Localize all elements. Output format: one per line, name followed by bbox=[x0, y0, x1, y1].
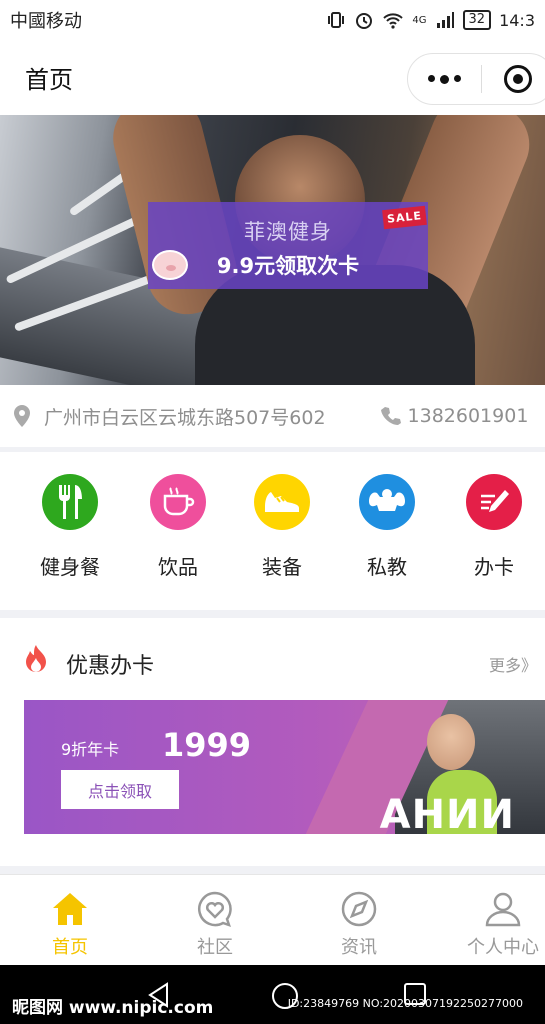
system-nav-bar: 昵图网 www.nipic.com ID:23849769 NO:2020030… bbox=[0, 965, 545, 1024]
promo-offer: 9.9元领取次卡 bbox=[216, 254, 360, 278]
category-icon-circle bbox=[254, 474, 310, 530]
signal-icon bbox=[436, 12, 454, 28]
category-item-personal-trainer[interactable]: 私教 bbox=[335, 474, 439, 580]
offer-card-watermark: АНИИ bbox=[379, 792, 515, 834]
phone-icon bbox=[380, 407, 401, 425]
tab-label: 个人中心 bbox=[467, 937, 539, 958]
target-icon bbox=[503, 65, 532, 93]
more-icon[interactable] bbox=[408, 74, 481, 84]
tab-label: 首页 bbox=[52, 937, 88, 958]
header: 首页 bbox=[0, 40, 545, 115]
section-title: 优惠办卡 bbox=[66, 654, 155, 679]
close-miniprogram-button[interactable] bbox=[482, 65, 545, 93]
tab-community[interactable]: 社区 bbox=[155, 889, 275, 959]
category-icon-circle bbox=[150, 474, 206, 530]
fork-knife-icon bbox=[59, 485, 82, 519]
membership-offers-section: 优惠办卡 更多》 АНИИ 9折年卡 1999 点击领取 bbox=[0, 618, 545, 866]
category-item-equipment[interactable]: 装备 bbox=[230, 474, 334, 580]
category-label: 私教 bbox=[367, 555, 407, 579]
promo-box[interactable]: 菲澳健身 9.9元领取次卡 SALE bbox=[148, 202, 428, 289]
gym-address[interactable]: 广州市白云区云城东路507号602 bbox=[44, 403, 326, 430]
category-label: 办卡 bbox=[474, 555, 514, 579]
tab-profile[interactable]: 个人中心 bbox=[443, 889, 545, 959]
category-item-fitness-meal[interactable]: 健身餐 bbox=[18, 474, 122, 580]
user-icon bbox=[483, 889, 523, 929]
watermark-id: ID:23849769 NO:20200307192250277000 bbox=[287, 997, 523, 1010]
clock: 14:3 bbox=[499, 10, 535, 30]
cup-icon bbox=[163, 487, 195, 516]
category-icon-circle bbox=[359, 474, 415, 530]
gym-phone[interactable]: 1382601901 bbox=[408, 405, 529, 427]
category-grid: 健身餐 饮品 装备 私教 办卡 bbox=[0, 452, 545, 610]
battery-icon: 32 bbox=[462, 10, 492, 30]
compass-icon bbox=[339, 889, 379, 929]
shoe-icon bbox=[265, 492, 299, 512]
offer-card[interactable]: АНИИ 9折年卡 1999 点击领取 bbox=[24, 700, 545, 834]
category-icon-circle bbox=[466, 474, 522, 530]
wifi-icon bbox=[383, 13, 404, 29]
pig-icon bbox=[152, 250, 188, 280]
category-icon-circle bbox=[42, 474, 98, 530]
location-pin-icon bbox=[14, 405, 30, 427]
claim-button[interactable]: 点击领取 bbox=[61, 770, 179, 809]
miniprogram-capsule bbox=[407, 53, 545, 105]
category-item-drinks[interactable]: 饮品 bbox=[126, 474, 230, 580]
gym-info-row: 广州市白云区云城东路507号602 1382601901 bbox=[0, 385, 545, 447]
muscle-icon bbox=[369, 489, 405, 511]
category-item-membership[interactable]: 办卡 bbox=[442, 474, 545, 580]
network-type: 4G bbox=[412, 14, 427, 26]
card-pen-icon bbox=[481, 490, 509, 512]
category-label: 健身餐 bbox=[40, 555, 100, 579]
status-icons: 4G 32 14:3 bbox=[326, 10, 535, 30]
heart-chat-icon bbox=[195, 889, 235, 929]
tab-news[interactable]: 资讯 bbox=[299, 889, 419, 959]
tab-label: 社区 bbox=[197, 937, 233, 958]
tab-label: 资讯 bbox=[341, 937, 377, 958]
alarm-icon bbox=[356, 13, 373, 29]
carrier-label: 中國移动 bbox=[10, 11, 82, 32]
status-bar: 中國移动 4G 32 14:3 bbox=[0, 0, 545, 40]
fire-icon bbox=[26, 645, 46, 672]
more-link[interactable]: 更多》 bbox=[489, 652, 537, 676]
tab-home[interactable]: 首页 bbox=[10, 889, 130, 959]
category-label: 装备 bbox=[262, 555, 302, 579]
offer-card-price: 1999 bbox=[162, 726, 252, 764]
category-label: 饮品 bbox=[158, 555, 198, 579]
offer-card-person bbox=[427, 714, 475, 770]
offer-card-name: 9折年卡 bbox=[61, 740, 120, 759]
watermark-site: 昵图网 www.nipic.com bbox=[12, 998, 214, 1018]
bottom-tab-bar: 首页 社区 资讯 个人中心 bbox=[0, 874, 545, 965]
banner-carousel[interactable]: 菲澳健身 9.9元领取次卡 SALE bbox=[0, 115, 545, 385]
vibrate-icon bbox=[328, 12, 345, 28]
home-icon bbox=[50, 889, 90, 929]
page-title: 首页 bbox=[25, 66, 73, 94]
